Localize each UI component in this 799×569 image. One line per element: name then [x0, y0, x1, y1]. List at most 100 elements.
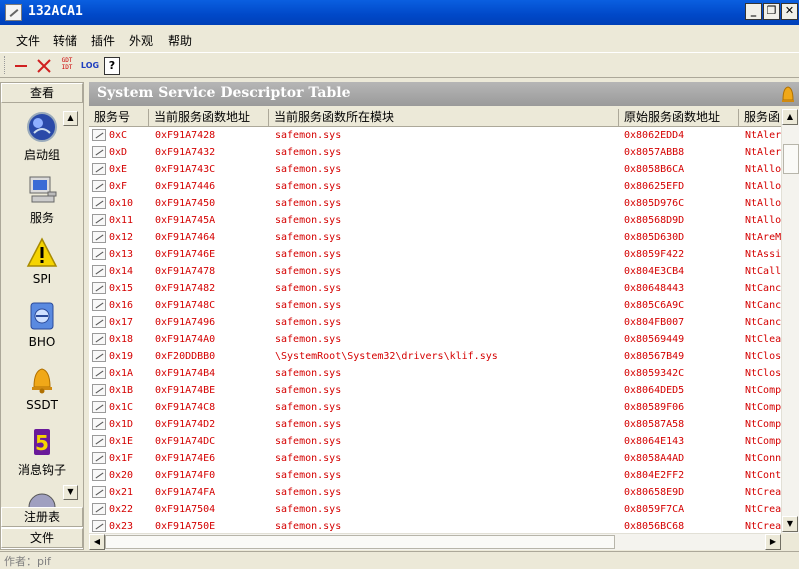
- nav-item-spi[interactable]: SPI: [1, 237, 83, 286]
- column-header-original-address[interactable]: 原始服务函数地址: [619, 109, 739, 127]
- cell-function-name: NtAllo: [745, 212, 781, 229]
- cell-index: 0x12: [91, 229, 149, 246]
- column-header-current-address[interactable]: 当前服务函数地址: [149, 109, 269, 127]
- table-row[interactable]: 0x19 0xF20DDBB0 \SystemRoot\System32\drive…: [89, 348, 781, 365]
- horizontal-scroll-thumb[interactable]: [105, 535, 615, 549]
- table-row[interactable]: 0x10 0xF91A7450 safemon.sys 0x805D976C NtAll…: [89, 195, 781, 212]
- help-icon[interactable]: ?: [104, 57, 120, 75]
- cell-function-name-text: NtAssi: [745, 249, 781, 260]
- cell-function-name-text: NtComp: [745, 385, 781, 396]
- cell-current-address: 0xF91A7478: [155, 263, 269, 280]
- table-row[interactable]: 0x1D 0xF91A74D2 safemon.sys 0x80587A58 NtCom…: [89, 416, 781, 433]
- cell-original-address: 0x80625EFD: [624, 178, 739, 195]
- cell-original-address: 0x8064E143: [624, 433, 739, 450]
- delete-tool-button[interactable]: [35, 57, 53, 75]
- table-row[interactable]: 0x15 0xF91A7482 safemon.sys 0x80648443 NtCan…: [89, 280, 781, 297]
- table-row[interactable]: 0x11 0xF91A745A safemon.sys 0x80568D9D NtAll…: [89, 212, 781, 229]
- scroll-right-button[interactable]: ▶: [765, 534, 781, 550]
- cell-original-address-text: 0x804FB007: [624, 317, 685, 328]
- table-row[interactable]: 0x1A 0xF91A74B4 safemon.sys 0x8059342C NtClo…: [89, 365, 781, 382]
- cell-current-address-text: 0xF20DDBB0: [155, 351, 216, 362]
- menu-dump[interactable]: 转储: [53, 32, 77, 49]
- cell-function-name: NtCrea: [745, 484, 781, 501]
- cell-function-name: NtAler: [745, 127, 781, 144]
- tab-files[interactable]: 文件: [1, 528, 83, 548]
- cell-original-address: 0x80648443: [624, 280, 739, 297]
- cell-current-module: safemon.sys: [275, 433, 619, 450]
- table-row[interactable]: 0x16 0xF91A748C safemon.sys 0x805C6A9C NtCan…: [89, 297, 781, 314]
- cell-original-address-text: 0x80569449: [624, 334, 685, 345]
- scroll-down-button[interactable]: ▼: [782, 516, 798, 532]
- table-horizontal-scrollbar[interactable]: ◀ ▶: [89, 533, 781, 550]
- cell-function-name-text: NtAler: [745, 130, 781, 141]
- column-header-function-name[interactable]: 服务函: [739, 109, 781, 127]
- menu-appearance[interactable]: 外观: [129, 32, 153, 49]
- cell-current-module-text: safemon.sys: [275, 487, 342, 498]
- table-row[interactable]: 0x1E 0xF91A74DC safemon.sys 0x8064E143 NtCom…: [89, 433, 781, 450]
- cell-function-name-text: NtComp: [745, 419, 781, 430]
- close-button[interactable]: ✕: [781, 3, 798, 20]
- cell-index: 0xC: [91, 127, 149, 144]
- cell-index-text: 0x23: [109, 521, 134, 532]
- table-row[interactable]: 0x20 0xF91A74F0 safemon.sys 0x804E2FF2 NtCon…: [89, 467, 781, 484]
- cell-current-module-text: safemon.sys: [275, 402, 342, 413]
- nav-scroll-down-button[interactable]: ▼: [63, 485, 78, 500]
- table-row[interactable]: 0x13 0xF91A746E safemon.sys 0x8059F422 NtAss…: [89, 246, 781, 263]
- restore-button[interactable]: ❐: [763, 3, 780, 20]
- cell-current-address-text: 0xF91A7450: [155, 198, 216, 209]
- table-row[interactable]: 0x1B 0xF91A74BE safemon.sys 0x8064DED5 NtCom…: [89, 382, 781, 399]
- table-row[interactable]: 0x23 0xF91A750E safemon.sys 0x8056BC68 NtCre…: [89, 518, 781, 533]
- gdt-idt-button[interactable]: GDT IDT: [58, 57, 76, 75]
- table-row[interactable]: 0x1F 0xF91A74E6 safemon.sys 0x8058A4AD NtCon…: [89, 450, 781, 467]
- column-header-index[interactable]: 服务号: [89, 109, 149, 127]
- scroll-left-button[interactable]: ◀: [89, 534, 105, 550]
- cell-function-name-text: NtCrea: [745, 521, 781, 532]
- menu-file[interactable]: 文件: [16, 32, 40, 49]
- computer-icon: [26, 174, 58, 206]
- cell-original-address-text: 0x804E2FF2: [624, 470, 685, 481]
- nav-item-services[interactable]: 服务: [1, 174, 83, 226]
- nav-label-services: 服务: [29, 211, 54, 225]
- nav-item-ssdt[interactable]: SSDT: [1, 363, 83, 412]
- cell-current-module-text: safemon.sys: [275, 181, 342, 192]
- table-row[interactable]: 0x18 0xF91A74A0 safemon.sys 0x80569449 NtCle…: [89, 331, 781, 348]
- vertical-scroll-thumb[interactable]: [783, 144, 799, 174]
- cell-current-address-text: 0xF91A74A0: [155, 334, 216, 345]
- table-row[interactable]: 0x22 0xF91A7504 safemon.sys 0x8059F7CA NtCre…: [89, 501, 781, 518]
- table-row[interactable]: 0x14 0xF91A7478 safemon.sys 0x804E3CB4 NtCal…: [89, 263, 781, 280]
- cell-current-module-text: \SystemRoot\System32\drivers\klif.sys: [275, 351, 498, 362]
- minimize-tool-button[interactable]: [13, 57, 29, 75]
- tab-registry[interactable]: 注册表: [1, 507, 83, 527]
- scroll-up-button[interactable]: ▲: [782, 109, 798, 125]
- table-row[interactable]: 0x12 0xF91A7464 safemon.sys 0x805D630D NtAre…: [89, 229, 781, 246]
- table-row[interactable]: 0x17 0xF91A7496 safemon.sys 0x804FB007 NtCan…: [89, 314, 781, 331]
- cell-index: 0x19: [91, 348, 149, 365]
- cell-current-module-text: safemon.sys: [275, 470, 342, 481]
- column-header-current-module[interactable]: 当前服务函数所在模块: [269, 109, 619, 127]
- cell-current-address: 0xF91A748C: [155, 297, 269, 314]
- table-row[interactable]: 0xD 0xF91A7432 safemon.sys 0x8057ABB8 NtAler: [89, 144, 781, 161]
- table-row[interactable]: 0x1C 0xF91A74C8 safemon.sys 0x80589F06 NtCom…: [89, 399, 781, 416]
- minimize-button[interactable]: _: [745, 3, 762, 20]
- menu-plugins[interactable]: 插件: [91, 32, 115, 49]
- nav-item-bho[interactable]: BHO: [1, 300, 83, 349]
- cell-current-module: safemon.sys: [275, 450, 619, 467]
- nav-item-message-hook[interactable]: 5 消息钩子: [1, 426, 83, 478]
- nav-label-bho: BHO: [28, 335, 56, 349]
- bell-icon: [26, 363, 58, 395]
- table-row[interactable]: 0xF 0xF91A7446 safemon.sys 0x80625EFD NtAllo: [89, 178, 781, 195]
- menu-help[interactable]: 帮助: [168, 32, 192, 49]
- cell-index: 0xF: [91, 178, 149, 195]
- cell-original-address: 0x80658E9D: [624, 484, 739, 501]
- tab-view[interactable]: 查看: [1, 83, 83, 103]
- table-vertical-scrollbar[interactable]: ▲ ▼: [781, 109, 799, 533]
- table-row[interactable]: 0x21 0xF91A74FA safemon.sys 0x80658E9D NtCre…: [89, 484, 781, 501]
- log-button[interactable]: LOG: [80, 57, 100, 75]
- row-item-icon: [92, 248, 106, 260]
- table-row[interactable]: 0xC 0xF91A7428 safemon.sys 0x8062EDD4 NtAler: [89, 127, 781, 144]
- cell-function-name-text: NtAler: [745, 147, 781, 158]
- table-row[interactable]: 0xE 0xF91A743C safemon.sys 0x8058B6CA NtAllo: [89, 161, 781, 178]
- cell-original-address-text: 0x8062EDD4: [624, 130, 685, 141]
- nav-scroll-up-button[interactable]: ▲: [63, 111, 78, 126]
- cell-function-name-text: NtCall: [745, 266, 781, 277]
